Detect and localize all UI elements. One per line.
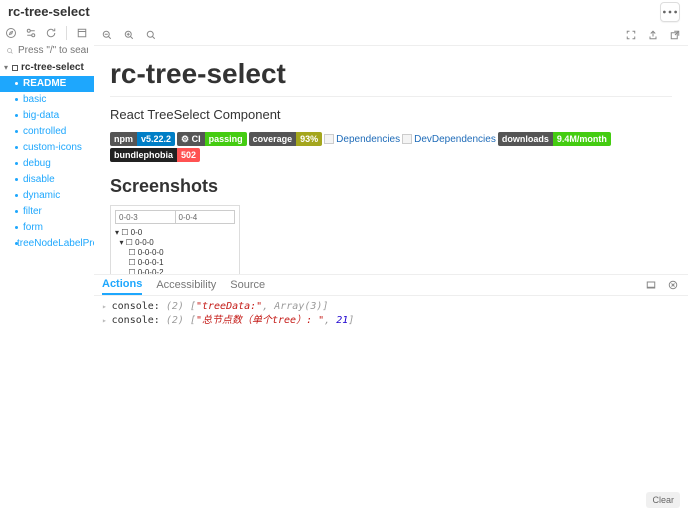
sidebar-item-debug[interactable]: debug <box>0 156 94 172</box>
sidebar-item-label: big-data <box>23 108 59 124</box>
sidebar-item-label: form <box>23 220 43 236</box>
story-icon <box>14 193 20 199</box>
doc-content: rc-tree-select React TreeSelect Componen… <box>94 46 688 274</box>
open-external-icon[interactable] <box>668 28 682 42</box>
screenshots-heading: Screenshots <box>110 176 672 197</box>
zoom-reset-icon[interactable] <box>144 28 158 42</box>
tab-source[interactable]: Source <box>230 275 265 295</box>
search-icon <box>6 44 14 56</box>
console-row: console: (2) ["总节点数（单个tree）: ", 21] <box>102 314 680 328</box>
story-icon <box>14 129 20 135</box>
deps-badge[interactable]: Dependencies <box>324 134 400 145</box>
share-icon[interactable] <box>646 28 660 42</box>
screenshot-tree-row: ☐ 0-0-0-0 <box>115 248 235 258</box>
doc-toolbar <box>94 24 688 46</box>
sidebar-item-label: controlled <box>23 124 66 140</box>
screenshot-tag-b: 0-0-4 <box>176 211 235 223</box>
screenshot-tree-row: ☐ 0-0-0-1 <box>115 258 235 268</box>
downloads-badge[interactable]: downloads9.4M/month <box>498 132 611 146</box>
more-menu-button[interactable] <box>660 2 680 22</box>
tab-actions[interactable]: Actions <box>102 275 142 295</box>
page-title: rc-tree-select <box>110 58 672 97</box>
sidebar-item-label: basic <box>23 92 46 108</box>
sidebar-item-label: README <box>23 76 66 92</box>
sidebar-item-label: dynamic <box>23 188 60 204</box>
folder-icon <box>12 65 18 71</box>
bundlephobia-badge[interactable]: bundlephobia502 <box>110 148 200 162</box>
screenshot-tree-row: ▾ ☐ 0-0 <box>115 228 235 238</box>
app-title: rc-tree-select <box>8 4 90 19</box>
sidebar: ▾ rc-tree-select READMEbasicbig-datacont… <box>0 24 94 512</box>
tab-accessibility[interactable]: Accessibility <box>156 275 216 295</box>
fullscreen-icon[interactable] <box>624 28 638 42</box>
coverage-badge[interactable]: coverage93% <box>249 132 323 146</box>
sidebar-item-controlled[interactable]: controlled <box>0 124 94 140</box>
ci-badge[interactable]: ⚙ CIpassing <box>177 132 247 146</box>
sidebar-item-label: treeNodeLabelProp <box>17 236 94 252</box>
sidebar-item-big-data[interactable]: big-data <box>0 108 94 124</box>
screenshot-tree-row: ▾ ☐ 0-0-0 <box>115 238 235 248</box>
sidebar-item-disable[interactable]: disable <box>0 172 94 188</box>
sidebar-item-readme[interactable]: README <box>0 76 94 92</box>
sidebar-item-label: disable <box>23 172 55 188</box>
badge-row: npmv5.22.2 ⚙ CIpassing coverage93% Depen… <box>110 132 672 162</box>
clear-button[interactable]: Clear <box>646 492 680 508</box>
sidebar-item-dynamic[interactable]: dynamic <box>0 188 94 204</box>
npm-badge[interactable]: npmv5.22.2 <box>110 132 175 146</box>
sidebar-item-custom-icons[interactable]: custom-icons <box>0 140 94 156</box>
sidebar-item-filter[interactable]: filter <box>0 204 94 220</box>
sidebar-item-basic[interactable]: basic <box>0 92 94 108</box>
zoom-out-icon[interactable] <box>100 28 114 42</box>
devdeps-badge[interactable]: DevDependencies <box>402 134 496 145</box>
filter-icon[interactable] <box>24 26 38 40</box>
addon-tabs: Actions Accessibility Source <box>94 274 688 296</box>
story-icon <box>14 177 20 183</box>
collapse-icon[interactable] <box>75 26 89 40</box>
tree-root-label: rc-tree-select <box>21 60 84 76</box>
sidebar-item-form[interactable]: form <box>0 220 94 236</box>
divider <box>66 26 67 40</box>
story-icon <box>14 97 20 103</box>
story-icon <box>14 225 20 231</box>
file-tree: ▾ rc-tree-select READMEbasicbig-datacont… <box>0 60 94 252</box>
panel-close-icon[interactable] <box>666 278 680 292</box>
story-icon <box>14 81 20 87</box>
tree-root[interactable]: ▾ rc-tree-select <box>0 60 94 76</box>
sidebar-item-treenodelabelprop[interactable]: treeNodeLabelProp <box>0 236 94 252</box>
story-icon <box>14 145 20 151</box>
page-subtitle: React TreeSelect Component <box>110 107 672 122</box>
sidebar-item-label: custom-icons <box>23 140 82 156</box>
chevron-down-icon: ▾ <box>4 60 12 76</box>
screenshot-preview: 0-0-3 0-0-4 ▾ ☐ 0-0 ▾ ☐ 0-0-0 ☐ 0-0-0-0 … <box>110 205 240 274</box>
story-icon <box>14 209 20 215</box>
sidebar-item-label: filter <box>23 204 42 220</box>
refresh-icon[interactable] <box>44 26 58 40</box>
zoom-in-icon[interactable] <box>122 28 136 42</box>
story-icon <box>14 161 20 167</box>
compass-icon[interactable] <box>4 26 18 40</box>
console-row: console: (2) ["treeData:", Array(3)] <box>102 300 680 314</box>
console-output: console: (2) ["treeData:", Array(3)]cons… <box>94 296 688 512</box>
story-icon <box>14 113 20 119</box>
search-input[interactable] <box>18 45 88 56</box>
sidebar-item-label: debug <box>23 156 51 172</box>
screenshot-tag-a: 0-0-3 <box>116 211 176 223</box>
panel-eject-icon[interactable] <box>644 278 658 292</box>
